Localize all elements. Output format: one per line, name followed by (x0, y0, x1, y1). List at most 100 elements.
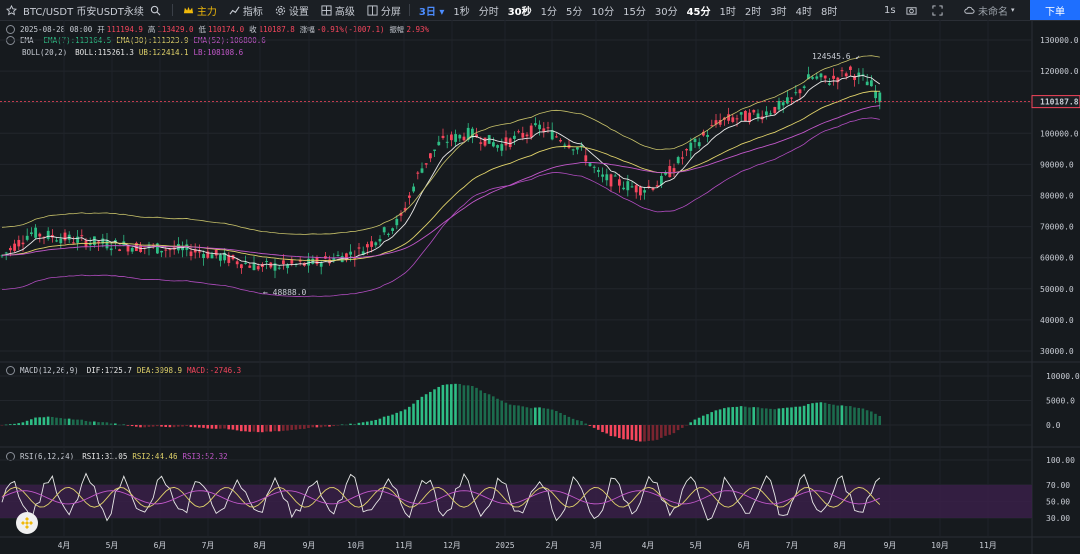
candle-body (387, 233, 390, 235)
macd-bar (630, 425, 634, 440)
candle-body (689, 142, 693, 151)
macd-tick: 0.0 (1046, 421, 1061, 430)
rsi-tick: 50.00 (1046, 497, 1070, 506)
macd-bar (202, 425, 205, 428)
ema30-line (1, 90, 880, 262)
macd-bar (395, 412, 398, 425)
macd-bar (765, 408, 768, 425)
macd-bar (748, 407, 751, 425)
macd-bar (450, 384, 453, 425)
macd-bar (647, 425, 650, 441)
macd-bar (550, 409, 554, 425)
macd-bar (361, 422, 365, 425)
macd-bar (681, 425, 684, 428)
macd-bar (311, 425, 314, 428)
candle-body (235, 261, 239, 265)
candle-body (240, 264, 243, 269)
macd-bar (206, 425, 209, 429)
macd-bar (563, 414, 566, 425)
macd-bar (777, 408, 781, 425)
macd-bar (769, 408, 772, 425)
candle-body (622, 187, 625, 190)
price-tick: 100000.0 (1040, 129, 1079, 138)
macd-bar (231, 425, 235, 430)
macd-bar (622, 425, 625, 440)
binance-logo-icon[interactable] (16, 512, 38, 534)
macd-bar (429, 391, 432, 425)
macd-bar (626, 425, 629, 440)
macd-bar (538, 407, 541, 425)
candle-body (118, 249, 121, 251)
kline-chart[interactable]: 130000.0120000.0110000.0100000.090000.08… (0, 0, 1080, 554)
macd-bar (433, 389, 436, 425)
macd-bar (445, 384, 449, 425)
candle-body (374, 242, 378, 246)
macd-bar (786, 407, 789, 425)
candle-body (773, 107, 777, 113)
month-label: 4月 (642, 541, 655, 550)
candle-body (534, 123, 537, 126)
macd-bar (185, 425, 188, 427)
candle-body (794, 92, 798, 94)
candle-body (433, 149, 436, 151)
candle-body (605, 174, 609, 181)
macd-bar (559, 412, 562, 425)
month-label: 10月 (347, 541, 365, 550)
macd-bar (151, 425, 155, 427)
macd-tick: 5000.0 (1046, 397, 1075, 406)
macd-bar (340, 424, 344, 426)
candle-body (815, 76, 819, 79)
candle-body (811, 77, 814, 79)
macd-bar (542, 408, 545, 425)
macd-bar (9, 424, 12, 425)
macd-bar (177, 425, 180, 427)
macd-bar (693, 419, 697, 425)
macd-bar (240, 425, 243, 432)
macd-bar (487, 394, 491, 425)
candle-body (72, 242, 75, 244)
macd-bar (126, 425, 130, 426)
macd-bar (122, 424, 125, 426)
candle-body (681, 157, 684, 159)
candle-body (311, 258, 315, 264)
candle-body (634, 185, 638, 193)
macd-bar (479, 390, 482, 425)
macd-bar (525, 407, 529, 425)
macd-bar (756, 407, 760, 425)
month-label: 11月 (395, 541, 413, 550)
macd-bar (118, 424, 121, 426)
candle-body (802, 86, 806, 88)
candle-body (319, 262, 323, 267)
candle-body (370, 241, 373, 247)
macd-bar (307, 425, 310, 428)
candle-body (777, 101, 781, 110)
macd-bar (823, 402, 827, 425)
price-tick: 40000.0 (1040, 316, 1074, 325)
macd-bar (21, 422, 25, 425)
price-tick: 130000.0 (1040, 36, 1079, 45)
candle-body (521, 132, 525, 138)
macd-bar (412, 403, 415, 425)
macd-bar (214, 425, 218, 429)
macd-bar (513, 405, 516, 425)
candle-body (4, 252, 8, 254)
macd-bar (790, 407, 793, 425)
candle-body (437, 141, 441, 146)
candle-body (555, 136, 558, 138)
macd-bar (114, 423, 117, 425)
candle-body (781, 102, 785, 106)
macd-bar (357, 422, 361, 425)
macd-bar (235, 425, 239, 431)
candle-body (378, 238, 382, 242)
candle-body (80, 235, 84, 237)
candle-body (93, 236, 96, 245)
price-tick: 60000.0 (1040, 254, 1074, 263)
candle-body (786, 97, 789, 104)
macd-bar (277, 425, 281, 432)
candle-body (752, 110, 756, 113)
candle-body (513, 135, 516, 139)
candle-body (55, 240, 58, 242)
ema7-line (1, 75, 881, 266)
candle-body (878, 92, 882, 103)
macd-bar (651, 425, 655, 441)
